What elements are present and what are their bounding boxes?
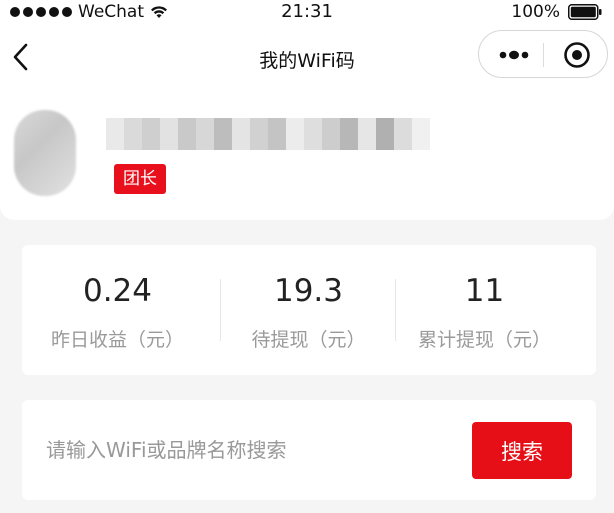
stat-label: 累计提现（元） <box>417 329 551 351</box>
status-right: 100% <box>511 2 602 22</box>
search-input[interactable] <box>46 430 466 470</box>
profile-card: 团长 <box>0 88 614 220</box>
search-card: 搜索 <box>22 400 596 500</box>
earnings-stats-card: 0.24 昨日收益（元） 19.3 待提现（元） 11 累计提现（元） <box>22 245 596 375</box>
stat-yesterday-earnings[interactable]: 0.24 昨日收益（元） <box>22 245 213 375</box>
role-badge: 团长 <box>114 164 166 194</box>
stat-value: 0.24 <box>82 273 153 309</box>
more-options-icon[interactable] <box>499 49 529 61</box>
mini-program-capsule <box>478 30 608 78</box>
stat-label: 待提现（元） <box>251 329 366 351</box>
stat-value: 11 <box>464 273 505 309</box>
avatar <box>14 110 76 196</box>
battery-icon <box>568 4 602 20</box>
stat-pending-withdrawal[interactable]: 19.3 待提现（元） <box>213 245 404 375</box>
battery-percentage: 100% <box>511 2 560 22</box>
capsule-divider <box>543 43 544 67</box>
search-button[interactable]: 搜索 <box>472 422 572 479</box>
stat-value: 19.3 <box>273 273 344 309</box>
navigation-bar: 我的WiFi码 <box>0 26 614 88</box>
nickname-pixelated <box>106 118 430 150</box>
close-mini-program-icon[interactable] <box>563 41 591 69</box>
stat-total-withdrawn[interactable]: 11 累计提现（元） <box>389 245 580 375</box>
stat-label: 昨日收益（元） <box>50 329 184 351</box>
status-bar: WeChat 21:31 100% <box>0 0 614 26</box>
